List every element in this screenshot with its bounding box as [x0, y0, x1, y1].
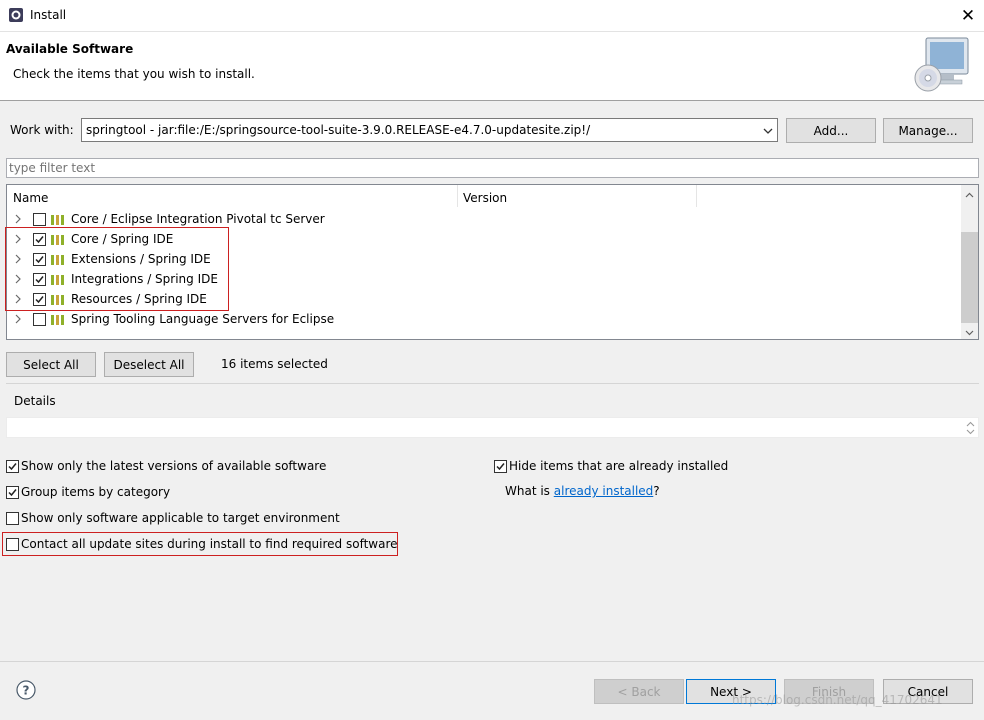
what-is-suffix: ? [653, 484, 660, 498]
target-env-label: Show only software applicable to target … [21, 511, 340, 525]
work-with-value: springtool - jar:file:/E:/springsource-t… [86, 123, 591, 137]
details-text-area[interactable] [6, 417, 979, 438]
hide-installed-checkbox[interactable] [494, 460, 507, 473]
hide-installed-label: Hide items that are already installed [509, 459, 729, 473]
filter-input[interactable] [6, 158, 979, 178]
window-title: Install [30, 8, 67, 22]
svg-text:?: ? [23, 684, 30, 698]
tree-row-label: Core / Eclipse Integration Pivotal tc Se… [71, 212, 325, 226]
highlight-box [5, 227, 229, 311]
back-button[interactable]: < Back [594, 679, 684, 704]
chevron-down-icon[interactable] [763, 125, 773, 135]
eclipse-app-icon [8, 7, 24, 23]
chevron-down-icon[interactable] [965, 326, 974, 336]
divider [6, 383, 979, 384]
column-divider [696, 185, 697, 207]
add-site-button[interactable]: Add... [786, 118, 876, 143]
feature-category-icon [51, 314, 66, 325]
manage-sites-button[interactable]: Manage... [883, 118, 973, 143]
details-scroll-arrows-icon[interactable] [965, 420, 976, 436]
chevron-right-icon[interactable] [13, 213, 23, 225]
page-description: Check the items that you wish to install… [13, 67, 255, 81]
divider [0, 661, 984, 662]
column-header-name[interactable]: Name [13, 191, 48, 205]
chevron-right-icon[interactable] [13, 313, 23, 325]
latest-versions-checkbox[interactable] [6, 460, 19, 473]
install-cd-monitor-icon [912, 36, 972, 96]
already-installed-link[interactable]: already installed [554, 484, 654, 498]
select-all-button[interactable]: Select All [6, 352, 96, 377]
help-icon[interactable]: ? [16, 680, 36, 700]
what-is-installed-text: What is already installed? [505, 484, 660, 498]
work-with-combo[interactable]: springtool - jar:file:/E:/springsource-t… [81, 118, 778, 142]
selection-count: 16 items selected [221, 357, 328, 371]
chevron-up-icon[interactable] [965, 189, 974, 198]
tree-row-label: Spring Tooling Language Servers for Ecli… [71, 312, 335, 326]
target-env-checkbox[interactable] [6, 512, 19, 525]
highlight-box [2, 532, 398, 556]
column-header-version[interactable]: Version [463, 191, 507, 205]
tree-row-checkbox[interactable] [33, 213, 46, 226]
page-title: Available Software [6, 42, 134, 56]
tree-row[interactable]: Spring Tooling Language Servers for Ecli… [7, 309, 960, 329]
tree-row[interactable]: Core / Eclipse Integration Pivotal tc Se… [7, 209, 960, 229]
column-divider [457, 185, 458, 207]
deselect-all-button[interactable]: Deselect All [104, 352, 194, 377]
tree-scrollbar[interactable] [961, 185, 978, 339]
latest-versions-label: Show only the latest versions of availab… [21, 459, 327, 473]
details-label: Details [14, 394, 56, 408]
title-bar: Install ✕ [0, 0, 984, 32]
group-by-category-checkbox[interactable] [6, 486, 19, 499]
header-banner: Available Software Check the items that … [0, 32, 984, 101]
close-icon[interactable]: ✕ [952, 0, 984, 31]
tree-row-checkbox[interactable] [33, 313, 46, 326]
feature-category-icon [51, 214, 66, 225]
group-by-category-label: Group items by category [21, 485, 171, 499]
what-is-prefix: What is [505, 484, 554, 498]
watermark: https://blog.csdn.net/qq_41702641 [732, 693, 943, 707]
scrollbar-thumb[interactable] [961, 232, 978, 323]
work-with-label: Work with: [10, 123, 74, 137]
